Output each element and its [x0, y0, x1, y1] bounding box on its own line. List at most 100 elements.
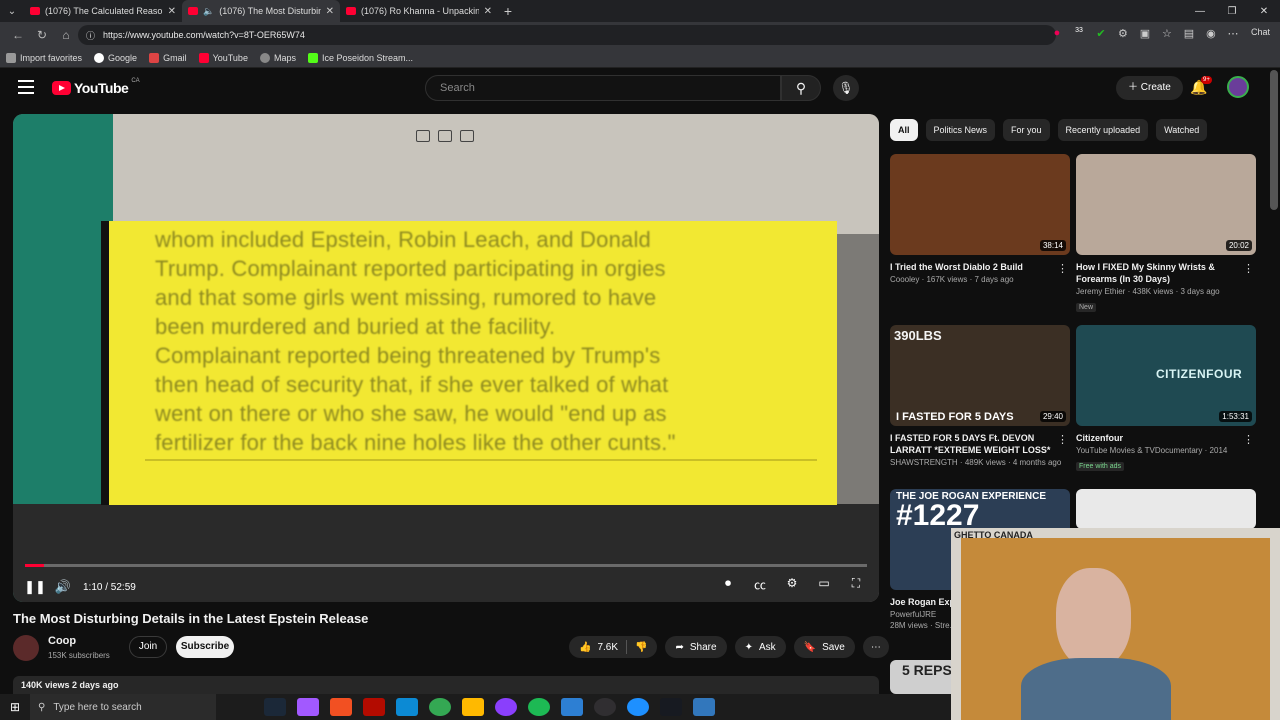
file-explorer-icon[interactable] [462, 698, 484, 716]
save-button[interactable]: 🔖 Save [793, 636, 855, 658]
ask-button[interactable]: ✦ Ask [734, 636, 786, 658]
pause-icon[interactable]: ❚❚ [21, 579, 49, 595]
page-scrollbar[interactable] [1270, 70, 1278, 210]
more-options-icon[interactable]: ⋮ [1057, 433, 1068, 446]
join-button[interactable]: Join [129, 636, 167, 658]
video-thumbnail[interactable]: CITIZENFOUR 1:53:31 [1076, 325, 1256, 426]
close-tab-icon[interactable]: ✕ [326, 6, 334, 17]
bookmark-google[interactable]: Google [94, 52, 137, 63]
checkmark-extension-icon[interactable]: ✔ [1093, 27, 1109, 43]
youtube-logo[interactable]: YouTube CA [52, 78, 140, 96]
search-input[interactable]: Search [425, 75, 781, 101]
more-actions-button[interactable]: ⋯ [862, 636, 889, 658]
subscribe-button[interactable]: Subscribe [176, 636, 234, 658]
chat-button[interactable]: Chat [1247, 27, 1274, 43]
like-count[interactable]: 7.6K [597, 642, 618, 653]
recommendation-card[interactable] [1076, 489, 1256, 529]
windows-start-icon[interactable]: ⊞ [0, 700, 30, 714]
chip-politics-news[interactable]: Politics News [925, 119, 996, 141]
notes-icon[interactable] [460, 130, 474, 142]
create-button[interactable]: ＋ Create [1116, 76, 1183, 100]
bookmark-gmail[interactable]: Gmail [149, 52, 187, 63]
account-avatar[interactable] [1227, 76, 1249, 98]
chip-watched[interactable]: Watched [1156, 119, 1208, 141]
thumbs-down-icon[interactable]: 👎 [635, 642, 647, 653]
autoplay-toggle-icon[interactable]: ⏺ [717, 576, 739, 593]
bookmark-youtube[interactable]: YouTube [198, 52, 248, 63]
profile-icon[interactable]: ◉ [1203, 27, 1219, 43]
recommendation-card[interactable]: 20:02 How I FIXED My Skinny Wrists & For… [1076, 154, 1256, 314]
voice-search-button[interactable]: 🎙 [833, 75, 859, 101]
globe-icon [259, 52, 270, 63]
obs-icon[interactable] [594, 698, 616, 716]
tab-list-chevron-icon[interactable]: ⌄ [0, 6, 24, 17]
speaker-icon[interactable]: 🔈 [203, 6, 214, 17]
restore-icon[interactable]: ❐ [1216, 6, 1248, 17]
browser-tab-1[interactable]: (1076) The Calculated Reason Jay ✕ [24, 0, 182, 22]
browser-tab-3[interactable]: (1076) Ro Khanna - Unpacking W ✕ [340, 0, 498, 22]
taskbar-search-input[interactable]: ⚲ Type here to search [30, 694, 216, 720]
chip-for-you[interactable]: For you [1003, 119, 1050, 141]
chip-recently-uploaded[interactable]: Recently uploaded [1057, 119, 1149, 141]
bookmark-maps[interactable]: Maps [259, 52, 296, 63]
puzzle-icon[interactable]: ⚙ [1115, 27, 1131, 43]
description-box[interactable]: 140K views 2 days ago [13, 676, 879, 694]
video-player[interactable]: whom included Epstein, Robin Leach, and … [13, 114, 879, 602]
more-menu-icon[interactable]: ⋯ [1225, 27, 1241, 43]
video-thumbnail[interactable]: 20:02 [1076, 154, 1256, 255]
settings-gear-icon[interactable]: ⚙ [781, 576, 803, 593]
edge-dev-icon[interactable] [627, 698, 649, 716]
close-tab-icon[interactable]: ✕ [484, 6, 492, 17]
fullscreen-icon[interactable]: ⛶ [845, 576, 867, 593]
messenger-icon[interactable] [495, 698, 517, 716]
more-options-icon[interactable]: ⋮ [1243, 262, 1254, 275]
steam-icon[interactable] [264, 698, 286, 716]
split-screen-icon[interactable]: ▣ [1137, 27, 1153, 43]
collections-icon[interactable]: ▤ [1181, 27, 1197, 43]
more-options-icon[interactable]: ⋮ [1057, 262, 1068, 275]
theater-mode-icon[interactable]: ▭ [813, 576, 835, 593]
chrome-icon[interactable] [429, 698, 451, 716]
close-tab-icon[interactable]: ✕ [168, 6, 176, 17]
close-window-icon[interactable]: ✕ [1248, 6, 1280, 17]
acrobat-icon[interactable] [363, 698, 385, 716]
steam-app-icon[interactable] [660, 698, 682, 716]
pip-icon[interactable] [438, 130, 452, 142]
browser-tab-2[interactable]: 🔈 (1076) The Most Disturbing ✕ [182, 0, 340, 22]
home-icon[interactable]: ⌂ [54, 28, 78, 42]
thumbs-up-icon[interactable]: 👍 [579, 642, 591, 653]
app-icon[interactable] [561, 698, 583, 716]
new-tab-button[interactable]: + [498, 3, 518, 19]
back-icon[interactable]: ← [6, 28, 30, 42]
bookmark-import-favorites[interactable]: Import favorites [6, 52, 82, 63]
extension-icon[interactable]: ● [1049, 27, 1065, 43]
site-info-icon[interactable]: ⓘ [86, 29, 95, 42]
bookmark-ice-poseidon[interactable]: Ice Poseidon Stream... [307, 52, 413, 63]
video-thumbnail[interactable]: 390LBS I FASTED FOR 5 DAYS 29:40 [890, 325, 1070, 426]
menu-icon[interactable] [18, 80, 34, 94]
channel-avatar[interactable] [13, 635, 39, 661]
edge-beta-icon[interactable] [693, 698, 715, 716]
more-options-icon[interactable]: ⋮ [1243, 433, 1254, 446]
minimize-icon[interactable]: — [1184, 6, 1216, 17]
microsoft-store-icon[interactable] [330, 698, 352, 716]
search-button[interactable]: ⚲ [781, 75, 821, 101]
recommendation-card[interactable]: 390LBS I FASTED FOR 5 DAYS 29:40 I FASTE… [890, 325, 1070, 467]
share-button[interactable]: ➦ Share [665, 636, 727, 658]
miniplayer-icon[interactable] [416, 130, 430, 142]
volume-icon[interactable]: 🔊 [49, 579, 77, 595]
url-field[interactable]: ⓘ https://www.youtube.com/watch?v=8T-OER… [78, 25, 1056, 45]
spotify-icon[interactable] [528, 698, 550, 716]
figma-icon[interactable] [297, 698, 319, 716]
progress-bar[interactable] [25, 564, 867, 567]
captions-icon[interactable]: ㏄ [749, 576, 771, 593]
recommendation-card[interactable]: 38:14 I Tried the Worst Diablo 2 Build C… [890, 154, 1070, 284]
favorites-icon[interactable]: ☆ [1159, 27, 1175, 43]
reload-icon[interactable]: ↻ [30, 28, 54, 42]
edge-icon[interactable] [396, 698, 418, 716]
video-thumbnail[interactable] [1076, 489, 1256, 529]
chip-all[interactable]: All [890, 119, 918, 141]
recommendation-card[interactable]: CITIZENFOUR 1:53:31 Citizenfour YouTube … [1076, 325, 1256, 473]
channel-name[interactable]: Coop [48, 635, 76, 647]
video-thumbnail[interactable]: 38:14 [890, 154, 1070, 255]
